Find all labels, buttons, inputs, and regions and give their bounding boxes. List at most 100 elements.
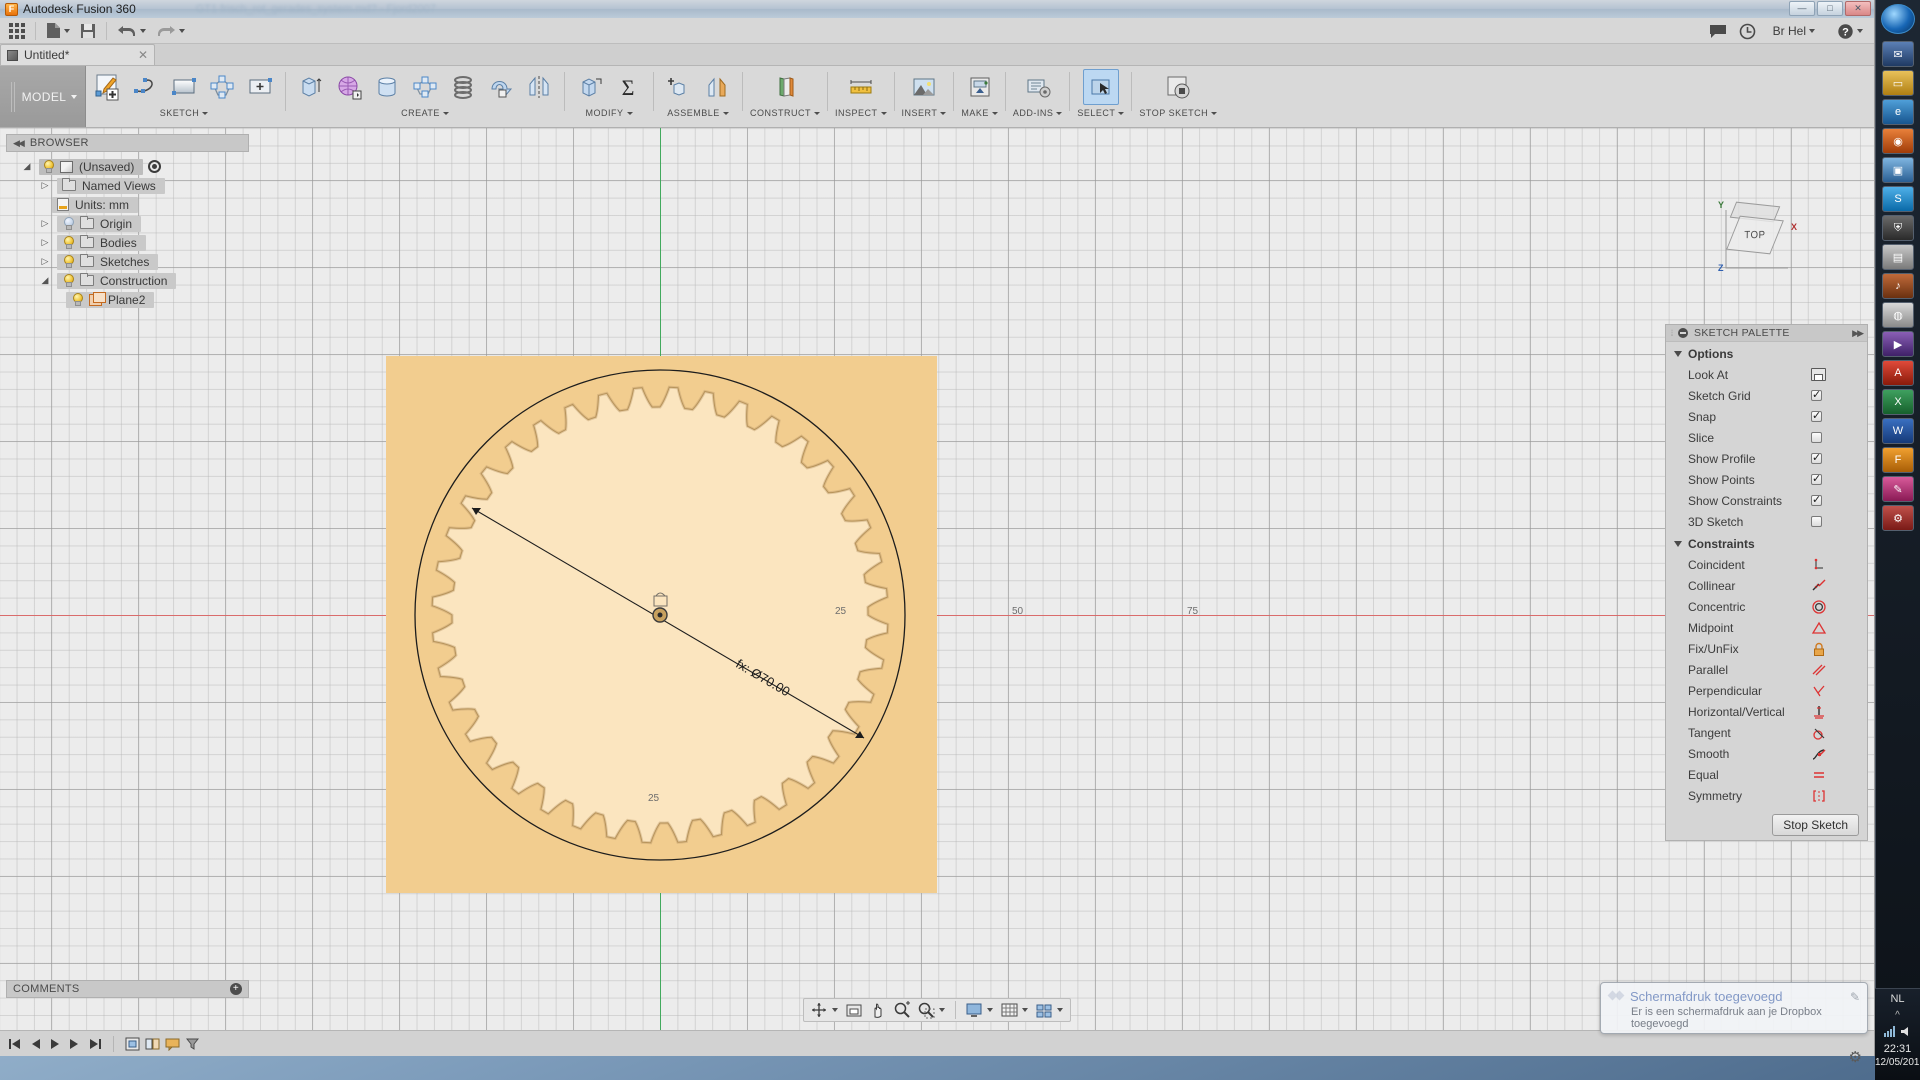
close-icon[interactable]: ✕	[138, 48, 148, 62]
step-back-button[interactable]	[26, 1035, 43, 1052]
ribbon-group-label-sketch[interactable]: SKETCH	[160, 108, 209, 118]
play-button[interactable]	[46, 1035, 63, 1052]
coil-button[interactable]	[445, 69, 481, 105]
mail-icon[interactable]: ✉	[1882, 41, 1914, 67]
tree-item-content[interactable]: Origin	[57, 216, 141, 232]
tree-item-content[interactable]: Named Views	[57, 178, 165, 194]
browser-icon[interactable]: e	[1882, 99, 1914, 125]
comments-button[interactable]	[1709, 24, 1727, 39]
new-component-button[interactable]	[661, 69, 697, 105]
sketch-point-button[interactable]	[242, 69, 278, 105]
display-settings-button[interactable]	[963, 1000, 985, 1020]
expander-icon[interactable]: ▷	[38, 218, 52, 229]
pattern-button[interactable]	[407, 69, 443, 105]
expander-icon[interactable]: ▷	[38, 237, 52, 248]
show-profile-checkbox[interactable]	[1811, 453, 1822, 464]
document-tab[interactable]: Untitled* ✕	[0, 44, 155, 65]
wrench-icon[interactable]: ✎	[1850, 990, 1860, 1004]
perpendicular-icon[interactable]	[1811, 683, 1827, 699]
smooth-icon[interactable]	[1811, 746, 1827, 762]
chevron-down-icon[interactable]	[832, 1008, 838, 1012]
volume-icon[interactable]	[1900, 1026, 1912, 1037]
polygon-button[interactable]	[204, 69, 240, 105]
skip-to-start-button[interactable]	[6, 1035, 23, 1052]
palette-row-horizontal-vertical[interactable]: Horizontal/Vertical	[1666, 701, 1867, 722]
lock-icon[interactable]	[1811, 641, 1827, 657]
expander-icon[interactable]: ◢	[38, 275, 52, 286]
ribbon-group-label-insert[interactable]: INSERT	[902, 108, 947, 118]
tree-item-construction[interactable]: ◢ Construction	[6, 271, 249, 290]
tree-item-content[interactable]: Construction	[57, 273, 176, 289]
pan-button[interactable]	[867, 1000, 889, 1020]
media-icon[interactable]: ▶	[1882, 331, 1914, 357]
photos-icon[interactable]: ▣	[1882, 157, 1914, 183]
horizontal-vertical-icon[interactable]	[1811, 704, 1827, 720]
tree-item-content[interactable]: Units: mm	[52, 197, 138, 213]
ribbon-group-label-inspect[interactable]: INSPECT	[835, 108, 887, 118]
expander-icon[interactable]: ▷	[38, 180, 52, 191]
palette-row-coincident[interactable]: Coincident	[1666, 554, 1867, 575]
expander-icon[interactable]: ◢	[20, 161, 34, 172]
ribbon-group-label-create[interactable]: CREATE	[401, 108, 449, 118]
palette-row-concentric[interactable]: Concentric	[1666, 596, 1867, 617]
collinear-icon[interactable]	[1811, 578, 1827, 594]
palette-section-options[interactable]: Options	[1666, 342, 1867, 364]
timeline-filter-button[interactable]	[184, 1035, 201, 1052]
timeline-marker-button[interactable]	[124, 1035, 141, 1052]
palette-row-look-at[interactable]: Look At	[1666, 364, 1867, 385]
palette-row-sketch-grid[interactable]: Sketch Grid	[1666, 385, 1867, 406]
tree-item-bodies[interactable]: ▷ Bodies	[6, 233, 249, 252]
close-button[interactable]: ✕	[1845, 1, 1871, 16]
windows-orb-icon[interactable]	[1881, 4, 1915, 34]
view-cube[interactable]: TOP Y X Z	[1708, 200, 1804, 286]
create-sketch-button[interactable]	[90, 69, 126, 105]
light-bulb-icon[interactable]	[42, 160, 54, 173]
stop-sketch-button-palette[interactable]: Stop Sketch	[1772, 814, 1859, 836]
tray-settings-gear-icon[interactable]: ⚙	[1849, 1048, 1862, 1066]
tree-item-units[interactable]: Units: mm	[6, 195, 249, 214]
tangent-icon[interactable]	[1811, 725, 1827, 741]
mirror-button[interactable]	[521, 69, 557, 105]
chevron-down-icon[interactable]	[939, 1008, 945, 1012]
orbit-button[interactable]	[808, 1000, 830, 1020]
equal-icon[interactable]	[1811, 767, 1827, 783]
palette-row-smooth[interactable]: Smooth	[1666, 743, 1867, 764]
show-points-checkbox[interactable]	[1811, 474, 1822, 485]
chevron-down-icon[interactable]	[1022, 1008, 1028, 1012]
palette-row-tangent[interactable]: Tangent	[1666, 722, 1867, 743]
tree-item-unsaved[interactable]: ◢ (Unsaved)	[6, 157, 249, 176]
palette-row-symmetry[interactable]: Symmetry	[1666, 785, 1867, 806]
show-constraints-checkbox[interactable]	[1811, 495, 1822, 506]
new-document-button[interactable]	[41, 20, 75, 42]
look-at-button[interactable]	[843, 1000, 865, 1020]
gear-sketch[interactable]: fx: Ø70.00	[386, 356, 937, 893]
light-bulb-icon[interactable]	[71, 293, 83, 306]
palette-row-show-profile[interactable]: Show Profile	[1666, 448, 1867, 469]
spline-button[interactable]	[128, 69, 164, 105]
history-button[interactable]	[1739, 23, 1756, 40]
expander-icon[interactable]: ▷	[38, 256, 52, 267]
joint-button[interactable]	[699, 69, 735, 105]
palette-row-slice[interactable]: Slice	[1666, 427, 1867, 448]
cylinder-button[interactable]	[369, 69, 405, 105]
tree-item-content[interactable]: Sketches	[57, 254, 158, 270]
fusion-icon[interactable]: F	[1882, 447, 1914, 473]
zoom-window-button[interactable]	[915, 1000, 937, 1020]
maximize-button[interactable]: □	[1817, 1, 1843, 16]
select-button[interactable]	[1083, 69, 1119, 105]
workspace-selector[interactable]: MODEL	[0, 66, 86, 127]
step-forward-button[interactable]	[66, 1035, 83, 1052]
tree-item-sketches[interactable]: ▷ Sketches	[6, 252, 249, 271]
viewports-button[interactable]	[1033, 1000, 1055, 1020]
tray-clock[interactable]: 22:31	[1875, 1042, 1920, 1056]
measure-button[interactable]	[843, 69, 879, 105]
skip-to-end-button[interactable]	[86, 1035, 103, 1052]
main-viewport[interactable]: fx: Ø70.00 25 50 75 25 ◀◀ BROWSER ◢	[0, 128, 1874, 1030]
tree-item-content[interactable]: (Unsaved)	[39, 159, 143, 175]
network-icon[interactable]	[1884, 1026, 1896, 1037]
firefox-icon[interactable]: ◉	[1882, 128, 1914, 154]
palette-row-snap[interactable]: Snap	[1666, 406, 1867, 427]
3d-print-button[interactable]	[962, 69, 998, 105]
palette-row-parallel[interactable]: Parallel	[1666, 659, 1867, 680]
tray-date[interactable]: 12/05/2017	[1875, 1056, 1920, 1069]
